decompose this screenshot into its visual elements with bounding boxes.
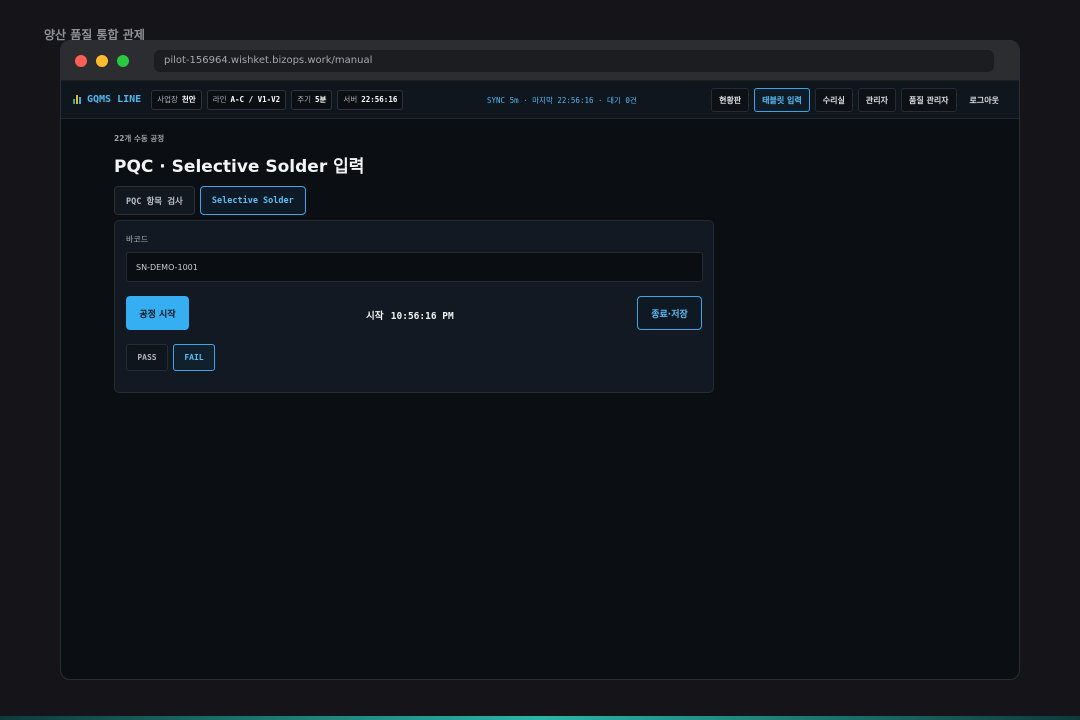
app-logo[interactable]: GQMS LINE bbox=[73, 94, 141, 105]
chip-site-label: 사업장 bbox=[157, 95, 178, 104]
maximize-window-icon[interactable] bbox=[117, 54, 129, 67]
end-save-button[interactable]: 종료·저장 bbox=[637, 296, 702, 330]
barcode-input[interactable] bbox=[126, 252, 703, 282]
minimize-window-icon[interactable] bbox=[96, 54, 108, 67]
nav-admin-button[interactable]: 관리자 bbox=[857, 88, 896, 112]
input-panel: 바코드 공정 시작 시작 10:56:16 PM 종료·저장 PASS FAIL bbox=[114, 220, 714, 393]
pass-button[interactable]: PASS bbox=[126, 344, 168, 371]
chip-line-value: A-C / V1-V2 bbox=[230, 95, 281, 104]
bar-chart-icon bbox=[73, 95, 81, 104]
logo-bar-blue bbox=[79, 97, 81, 104]
close-window-icon[interactable] bbox=[75, 54, 87, 67]
nav-tablet-input-button[interactable]: 태블릿 입력 bbox=[754, 88, 810, 112]
chip-site-value: 천안 bbox=[181, 95, 196, 104]
page-eyebrow: 22개 수동 공정 bbox=[114, 134, 165, 143]
app-logo-text: GQMS LINE bbox=[87, 94, 142, 105]
chip-line: 라인 A-C / V1-V2 bbox=[206, 89, 287, 110]
start-process-button[interactable]: 공정 시작 bbox=[126, 296, 189, 330]
address-bar-url: pilot-156964.wishket.bizops.work/manual bbox=[164, 55, 373, 66]
browser-window: pilot-156964.wishket.bizops.work/manual … bbox=[60, 40, 1020, 680]
logout-button[interactable]: 로그아웃 bbox=[962, 88, 1007, 112]
chip-server: 서버 22:56:16 bbox=[337, 89, 404, 110]
chip-server-value: 22:56:16 bbox=[361, 95, 398, 104]
logo-bar-yellow bbox=[76, 95, 78, 104]
tab-pqc-inspection[interactable]: PQC 항목 검사 bbox=[114, 186, 195, 215]
browser-titlebar: pilot-156964.wishket.bizops.work/manual bbox=[61, 41, 1019, 81]
nav-repair-room-button[interactable]: 수리실 bbox=[814, 88, 853, 112]
nav-quality-admin-button[interactable]: 품질 관리자 bbox=[900, 88, 957, 112]
chip-cycle: 주기 5분 bbox=[291, 89, 333, 110]
sync-status: SYNC 5m · 마지막 22:56:16 · 대기 0건 bbox=[487, 96, 637, 105]
chip-cycle-value: 5분 bbox=[315, 95, 327, 104]
nav-dashboard-button[interactable]: 현황판 bbox=[711, 88, 750, 112]
barcode-label: 바코드 bbox=[126, 235, 149, 244]
main-content: 22개 수동 공정 PQC · Selective Solder 입력 PQC … bbox=[114, 133, 364, 215]
start-time-display: 시작 10:56:16 PM bbox=[366, 308, 454, 322]
start-time-value: 10:56:16 PM bbox=[390, 311, 454, 322]
chip-server-label: 서버 bbox=[343, 95, 358, 104]
fail-button[interactable]: FAIL bbox=[173, 344, 215, 371]
address-bar[interactable]: pilot-156964.wishket.bizops.work/manual bbox=[154, 49, 994, 72]
app-header: GQMS LINE 사업장 천안 라인 A-C / V1-V2 주기 5분 서버… bbox=[61, 81, 1019, 119]
start-time-label: 시작 bbox=[366, 311, 384, 322]
top-nav: 현황판 태블릿 입력 수리실 관리자 품질 관리자 로그아웃 bbox=[711, 88, 1007, 112]
tab-selective-solder[interactable]: Selective Solder bbox=[199, 186, 306, 215]
chip-site: 사업장 천안 bbox=[151, 89, 202, 110]
process-tabs: PQC 항목 검사 Selective Solder bbox=[114, 186, 364, 215]
chip-line-label: 라인 bbox=[212, 95, 227, 104]
bottom-accent-bar bbox=[0, 716, 1080, 720]
logo-bar-green bbox=[73, 99, 75, 104]
chip-cycle-label: 주기 bbox=[297, 95, 311, 104]
page-title: PQC · Selective Solder 입력 bbox=[114, 157, 365, 177]
